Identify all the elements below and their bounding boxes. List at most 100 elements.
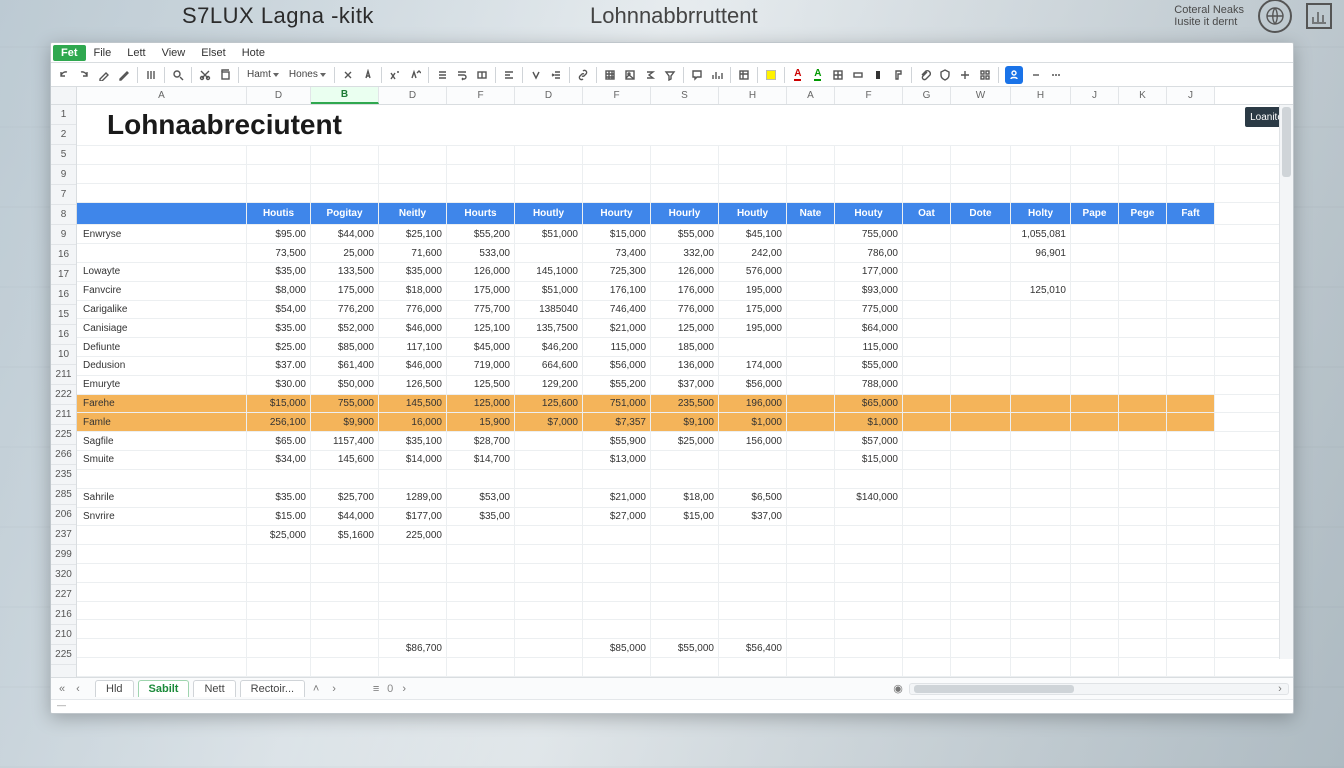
cell[interactable]: 1157,400 [311, 432, 379, 450]
cell[interactable]: 185,000 [651, 338, 719, 356]
cell[interactable] [903, 376, 951, 394]
cell[interactable] [1167, 376, 1215, 394]
cell[interactable] [1167, 263, 1215, 281]
globe-icon[interactable] [1258, 0, 1292, 33]
cell[interactable] [1167, 508, 1215, 526]
cell[interactable] [1071, 451, 1119, 469]
tab-nav-last-icon[interactable]: › [397, 682, 411, 696]
cell[interactable] [1119, 282, 1167, 300]
sheet-tab-2[interactable]: Nett [193, 680, 235, 697]
cell[interactable]: 117,100 [379, 338, 447, 356]
cell[interactable]: $37,00 [719, 508, 787, 526]
cell[interactable] [903, 244, 951, 262]
cell[interactable] [1071, 526, 1119, 544]
align-icon[interactable] [502, 67, 516, 83]
cell[interactable] [903, 413, 951, 431]
cell[interactable]: $1,000 [719, 413, 787, 431]
cell[interactable] [951, 395, 1011, 413]
cell[interactable]: 16,000 [379, 413, 447, 431]
cell[interactable] [515, 146, 583, 164]
cell[interactable] [651, 146, 719, 164]
cell[interactable]: Emuryte [77, 376, 247, 394]
cell[interactable]: Dedusion [77, 357, 247, 375]
paint-icon[interactable] [97, 67, 111, 83]
cell[interactable] [515, 602, 583, 620]
cell[interactable] [787, 602, 835, 620]
cell[interactable] [1167, 146, 1215, 164]
column-header-14[interactable]: J [1071, 87, 1119, 104]
cell[interactable]: $46,200 [515, 338, 583, 356]
cell[interactable]: $35,00 [247, 263, 311, 281]
cell[interactable] [651, 184, 719, 202]
cell[interactable] [903, 338, 951, 356]
cell[interactable] [903, 489, 951, 507]
cell[interactable]: Oat [903, 203, 951, 225]
cell[interactable]: 788,000 [835, 376, 903, 394]
cell[interactable] [1011, 413, 1071, 431]
cell[interactable] [719, 564, 787, 582]
cell[interactable] [1071, 508, 1119, 526]
cell[interactable] [77, 526, 247, 544]
cell[interactable]: $177,00 [379, 508, 447, 526]
cell[interactable] [903, 602, 951, 620]
cell[interactable] [787, 658, 835, 676]
wrap-text-icon[interactable] [455, 67, 469, 83]
cell[interactable]: Canisiage [77, 319, 247, 337]
cell[interactable] [651, 545, 719, 563]
cell[interactable]: Snvrire [77, 508, 247, 526]
cell[interactable] [1119, 508, 1167, 526]
image-icon[interactable] [623, 67, 637, 83]
cell[interactable] [903, 146, 951, 164]
cell[interactable] [1119, 338, 1167, 356]
cell[interactable]: 177,000 [835, 263, 903, 281]
cell[interactable] [515, 432, 583, 450]
cell[interactable]: 175,000 [447, 282, 515, 300]
cell[interactable]: $9,100 [651, 413, 719, 431]
cell[interactable]: 15,900 [447, 413, 515, 431]
cell[interactable] [1011, 489, 1071, 507]
menu-item-hote[interactable]: Hote [234, 45, 273, 61]
column-header-4[interactable]: F [447, 87, 515, 104]
row-header[interactable]: 16 [51, 285, 76, 305]
cell[interactable] [515, 184, 583, 202]
cell[interactable]: $5,1600 [311, 526, 379, 544]
cell[interactable]: Sagfile [77, 432, 247, 450]
column-icon[interactable] [144, 67, 158, 83]
text-color-red-icon[interactable]: A [791, 67, 805, 83]
cell[interactable]: Hourty [583, 203, 651, 225]
cell[interactable]: 129,200 [515, 376, 583, 394]
cell[interactable] [1071, 376, 1119, 394]
cell[interactable]: 256,100 [247, 413, 311, 431]
cell[interactable] [247, 184, 311, 202]
cell[interactable]: $93,000 [835, 282, 903, 300]
cell[interactable] [719, 620, 787, 638]
cell[interactable] [787, 244, 835, 262]
cell[interactable]: $55,900 [583, 432, 651, 450]
row-header[interactable]: 216 [51, 605, 76, 625]
cell[interactable]: $55,200 [447, 225, 515, 243]
cell[interactable] [903, 319, 951, 337]
row-header[interactable]: 17 [51, 265, 76, 285]
cell[interactable]: $37.00 [247, 357, 311, 375]
insert-col-icon[interactable] [871, 67, 885, 83]
cell[interactable]: Defiunte [77, 338, 247, 356]
cell[interactable] [787, 225, 835, 243]
column-header-5[interactable]: D [515, 87, 583, 104]
row-header[interactable]: 320 [51, 565, 76, 585]
cell[interactable] [515, 545, 583, 563]
cell[interactable]: $54,00 [247, 301, 311, 319]
cell[interactable]: 115,000 [835, 338, 903, 356]
cell[interactable] [651, 451, 719, 469]
row-header[interactable]: 237 [51, 525, 76, 545]
column-header-9[interactable]: A [787, 87, 835, 104]
cell[interactable] [951, 545, 1011, 563]
cell[interactable] [247, 639, 311, 657]
cell[interactable] [903, 225, 951, 243]
cell[interactable]: $85,000 [583, 639, 651, 657]
copy-icon[interactable] [218, 67, 232, 83]
table-icon[interactable] [603, 67, 617, 83]
more-icon[interactable] [1049, 67, 1063, 83]
cell[interactable]: $65.00 [247, 432, 311, 450]
cell[interactable] [903, 432, 951, 450]
cell[interactable] [77, 602, 247, 620]
